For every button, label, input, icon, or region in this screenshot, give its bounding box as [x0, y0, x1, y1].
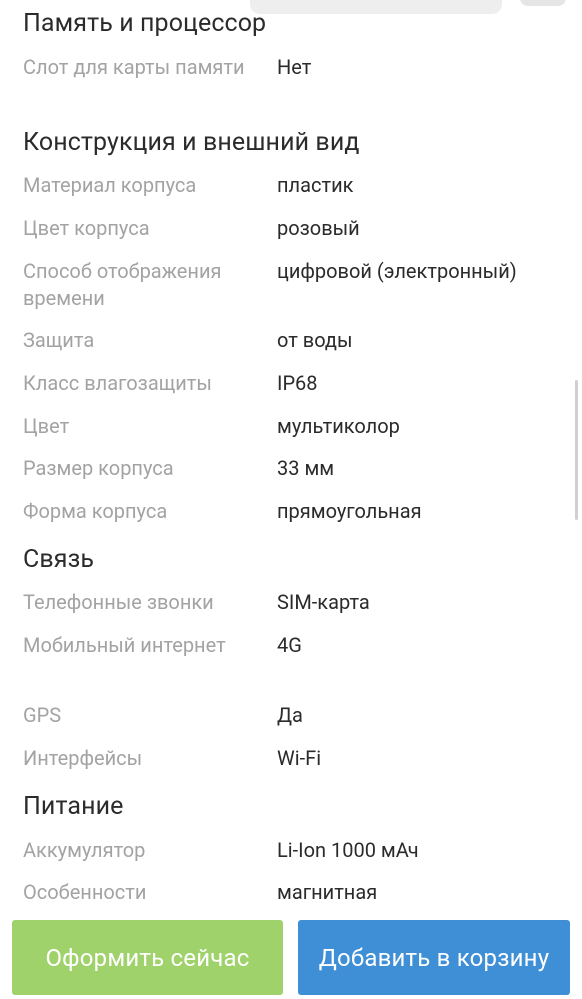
scrollbar[interactable]: [575, 380, 578, 520]
section-title-memory: Память и процессор: [23, 9, 267, 38]
spec-label: Форма корпуса: [23, 499, 168, 523]
header-button-partial[interactable]: [520, 0, 566, 6]
section-title-power: Питание: [23, 792, 124, 821]
spec-label: Материал корпуса: [23, 173, 197, 197]
bottom-action-bar: Оформить сейчас Добавить в корзину: [0, 914, 582, 999]
add-to-cart-button[interactable]: Добавить в корзину: [298, 920, 570, 995]
spec-value: пластик: [277, 173, 354, 197]
spec-label: Способ отображения времени: [23, 259, 222, 310]
search-bar-partial[interactable]: [250, 0, 502, 14]
spec-value: 33 мм: [277, 456, 335, 480]
section-title-connectivity: Связь: [23, 545, 95, 574]
spec-label: Цвет: [23, 414, 70, 438]
spec-label: Класс влагозащиты: [23, 371, 212, 395]
spec-value: цифровой (электронный): [277, 259, 517, 283]
spec-value: IP68: [277, 371, 318, 395]
spec-value: SIM-карта: [277, 590, 370, 614]
buy-now-button[interactable]: Оформить сейчас: [12, 920, 283, 995]
spec-value: мультиколор: [277, 414, 400, 438]
spec-value: прямоугольная: [277, 499, 422, 523]
spec-value: розовый: [277, 216, 360, 240]
spec-label: Цвет корпуса: [23, 216, 150, 240]
spec-label: Размер корпуса: [23, 456, 174, 480]
spec-label: Аккумулятор: [23, 838, 146, 862]
spec-label: Телефонные звонки: [23, 590, 214, 614]
spec-label: Мобильный интернет: [23, 633, 226, 657]
spec-value: от воды: [277, 328, 353, 352]
product-specs-page: Память и процессор Слот для карты памяти…: [0, 0, 582, 999]
spec-label: Слот для карты памяти: [23, 55, 245, 79]
spec-label: Защита: [23, 328, 95, 352]
spec-label: GPS: [23, 703, 62, 727]
spec-value: Wi-Fi: [277, 746, 322, 770]
spec-label: Интерфейсы: [23, 746, 143, 770]
spec-value: Да: [277, 703, 303, 727]
spec-value: Нет: [277, 55, 312, 79]
spec-value: 4G: [277, 633, 302, 657]
section-title-design: Конструкция и внешний вид: [23, 128, 360, 157]
spec-label: Особенности: [23, 880, 147, 904]
spec-value: Li-Ion 1000 мАч: [277, 838, 419, 862]
spec-value: магнитная: [277, 880, 378, 904]
